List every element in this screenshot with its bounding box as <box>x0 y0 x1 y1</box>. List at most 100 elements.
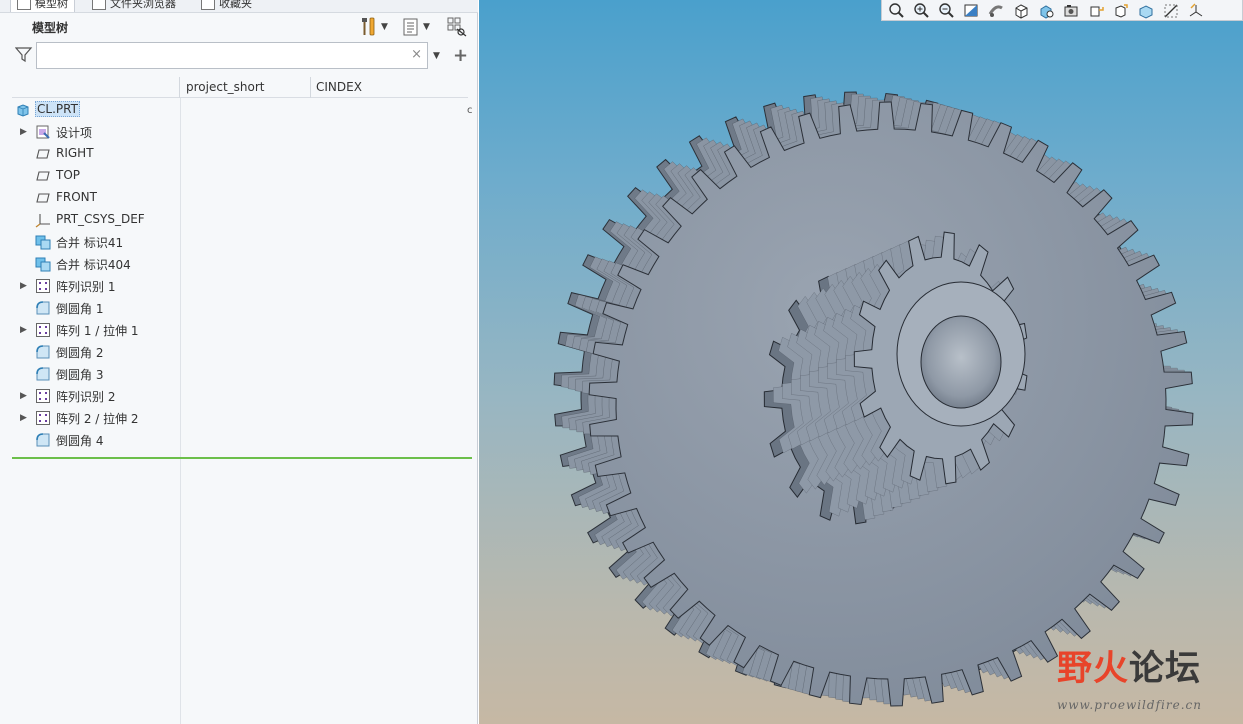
refit-icon[interactable] <box>886 2 905 19</box>
design-items-icon <box>36 125 50 139</box>
tree-node-front[interactable]: FRONT <box>12 187 472 209</box>
tree-node-design-items[interactable]: ▶ 设计项 <box>12 121 472 143</box>
annotation-display-icon[interactable] <box>1161 2 1180 19</box>
tree-node-label: 阵列识别 1 <box>56 280 116 294</box>
tree-node-round-2[interactable]: 倒圆角 2 <box>12 341 472 363</box>
tree-filter-icon <box>447 17 467 37</box>
list-options-icon <box>403 18 418 36</box>
round-icon <box>36 301 50 315</box>
tree-node-label: FRONT <box>56 190 97 204</box>
column-divider[interactable] <box>179 77 180 98</box>
section-view-icon[interactable] <box>1136 2 1155 19</box>
watermark-text-b: 论坛 <box>1129 649 1202 689</box>
column-overflow-indicator: c <box>467 105 473 116</box>
tree-node-label: 合并 标识41 <box>56 236 124 250</box>
search-options-chevron-down-icon[interactable]: ▼ <box>433 51 440 61</box>
tree-node-round-3[interactable]: 倒圆角 3 <box>12 363 472 385</box>
round-icon <box>36 345 50 359</box>
tree-node-label: 阵列识别 2 <box>56 390 116 404</box>
add-icon[interactable]: + <box>453 45 468 66</box>
tree-root-node[interactable]: CL.PRT <box>12 99 472 121</box>
pattern-icon <box>36 411 50 425</box>
tree-node-label: 阵列 2 / 拉伸 2 <box>56 412 139 426</box>
merge-icon <box>35 235 51 250</box>
chevron-down-icon: ▼ <box>423 22 430 32</box>
appearance-icon[interactable] <box>1036 2 1055 19</box>
tools-icon <box>362 17 375 36</box>
display-style-icon[interactable] <box>1011 2 1030 19</box>
tree-node-merge-404[interactable]: 合并 标识404 <box>12 253 472 275</box>
settings-dropdown[interactable]: ▼ <box>360 16 388 38</box>
tree-node-round-4[interactable]: 倒圆角 4 <box>12 429 472 451</box>
csys-display-icon[interactable] <box>1186 2 1205 19</box>
tree-node-label: RIGHT <box>56 146 94 160</box>
watermark-url: www.proewildfire.cn <box>1057 698 1202 712</box>
datum-plane-icon <box>36 149 50 159</box>
round-icon <box>36 433 50 447</box>
model-tree-panel: 模型树 文件夹浏览器 收藏夹 模型树 ▼ ▼ × ▼ + project_sho… <box>0 0 478 724</box>
insert-here-marker[interactable] <box>12 457 472 459</box>
panel-title: 模型树 <box>32 21 69 35</box>
filter-display-button[interactable] <box>446 16 468 38</box>
graphics-toolbar <box>881 0 1243 21</box>
favorites-icon <box>201 0 215 10</box>
datum-plane-icon <box>36 193 50 203</box>
expand-arrow-icon[interactable]: ▶ <box>20 127 30 137</box>
chevron-down-icon: ▼ <box>381 22 388 32</box>
tree-node-round-1[interactable]: 倒圆角 1 <box>12 297 472 319</box>
tab-favorites[interactable]: 收藏夹 <box>201 0 252 12</box>
datum-display-icon[interactable] <box>1111 2 1130 19</box>
tree-node-label: TOP <box>56 168 81 182</box>
column-project-short[interactable]: project_short <box>186 77 265 98</box>
search-input[interactable] <box>41 46 405 67</box>
tree-node-right[interactable]: RIGHT <box>12 143 472 165</box>
tree-node-label: 设计项 <box>56 126 93 140</box>
tree-node-label: 倒圆角 4 <box>56 434 104 448</box>
tab-label: 收藏夹 <box>219 0 252 10</box>
show-dropdown[interactable]: ▼ <box>402 16 430 38</box>
column-cindex[interactable]: CINDEX <box>316 77 362 98</box>
zoom-in-icon[interactable] <box>911 2 930 19</box>
watermark-text-a: 野火 <box>1057 649 1130 689</box>
model-tree-tab-icon <box>17 0 31 10</box>
zoom-out-icon[interactable] <box>936 2 955 19</box>
saved-orientations-icon[interactable] <box>986 2 1005 19</box>
tree-node-pattern-2-extrude-2[interactable]: ▶ 阵列 2 / 拉伸 2 <box>12 407 472 429</box>
merge-icon <box>35 257 51 272</box>
tab-folder-browser[interactable]: 文件夹浏览器 <box>92 0 176 12</box>
named-views-icon[interactable] <box>1061 2 1080 19</box>
tab-label: 文件夹浏览器 <box>110 0 176 10</box>
tree-node-pattern-1-extrude-1[interactable]: ▶ 阵列 1 / 拉伸 1 <box>12 319 472 341</box>
column-divider[interactable] <box>310 77 311 98</box>
tab-model-tree[interactable]: 模型树 <box>10 0 75 12</box>
expand-arrow-icon[interactable]: ▶ <box>20 281 30 291</box>
funnel-icon[interactable] <box>15 47 33 63</box>
tree-node-label: 倒圆角 2 <box>56 346 104 360</box>
tree-node-label: PRT_CSYS_DEF <box>56 212 145 226</box>
clear-icon[interactable]: × <box>411 47 422 62</box>
spin-center-icon[interactable] <box>1086 2 1105 19</box>
pattern-icon <box>36 389 50 403</box>
pattern-icon <box>36 323 50 337</box>
navigator-tab-strip: 模型树 文件夹浏览器 收藏夹 <box>0 0 478 13</box>
expand-arrow-icon[interactable]: ▶ <box>20 413 30 423</box>
tree-node-label: 倒圆角 3 <box>56 368 104 382</box>
tree-node-label: 倒圆角 1 <box>56 302 104 316</box>
tree-node-merge-41[interactable]: 合并 标识41 <box>12 231 472 253</box>
tree-node-pattern-recognition-1[interactable]: ▶ 阵列识别 1 <box>12 275 472 297</box>
csys-icon <box>35 214 50 228</box>
repaint-icon[interactable] <box>961 2 980 19</box>
search-box[interactable]: × <box>36 42 428 69</box>
expand-arrow-icon[interactable]: ▶ <box>20 391 30 401</box>
tree-node-label: CL.PRT <box>35 101 80 117</box>
round-icon <box>36 367 50 381</box>
pattern-icon <box>36 279 50 293</box>
expand-arrow-icon[interactable]: ▶ <box>20 325 30 335</box>
tree-node-pattern-recognition-2[interactable]: ▶ 阵列识别 2 <box>12 385 472 407</box>
watermark-title: 野火论坛 <box>1057 640 1201 691</box>
folder-icon <box>92 0 106 10</box>
gear-model[interactable] <box>479 0 1243 724</box>
graphics-viewport[interactable]: 野火论坛 www.proewildfire.cn <box>479 0 1243 724</box>
tree-node-top[interactable]: TOP <box>12 165 472 187</box>
tree-node-csys[interactable]: PRT_CSYS_DEF <box>12 209 472 231</box>
